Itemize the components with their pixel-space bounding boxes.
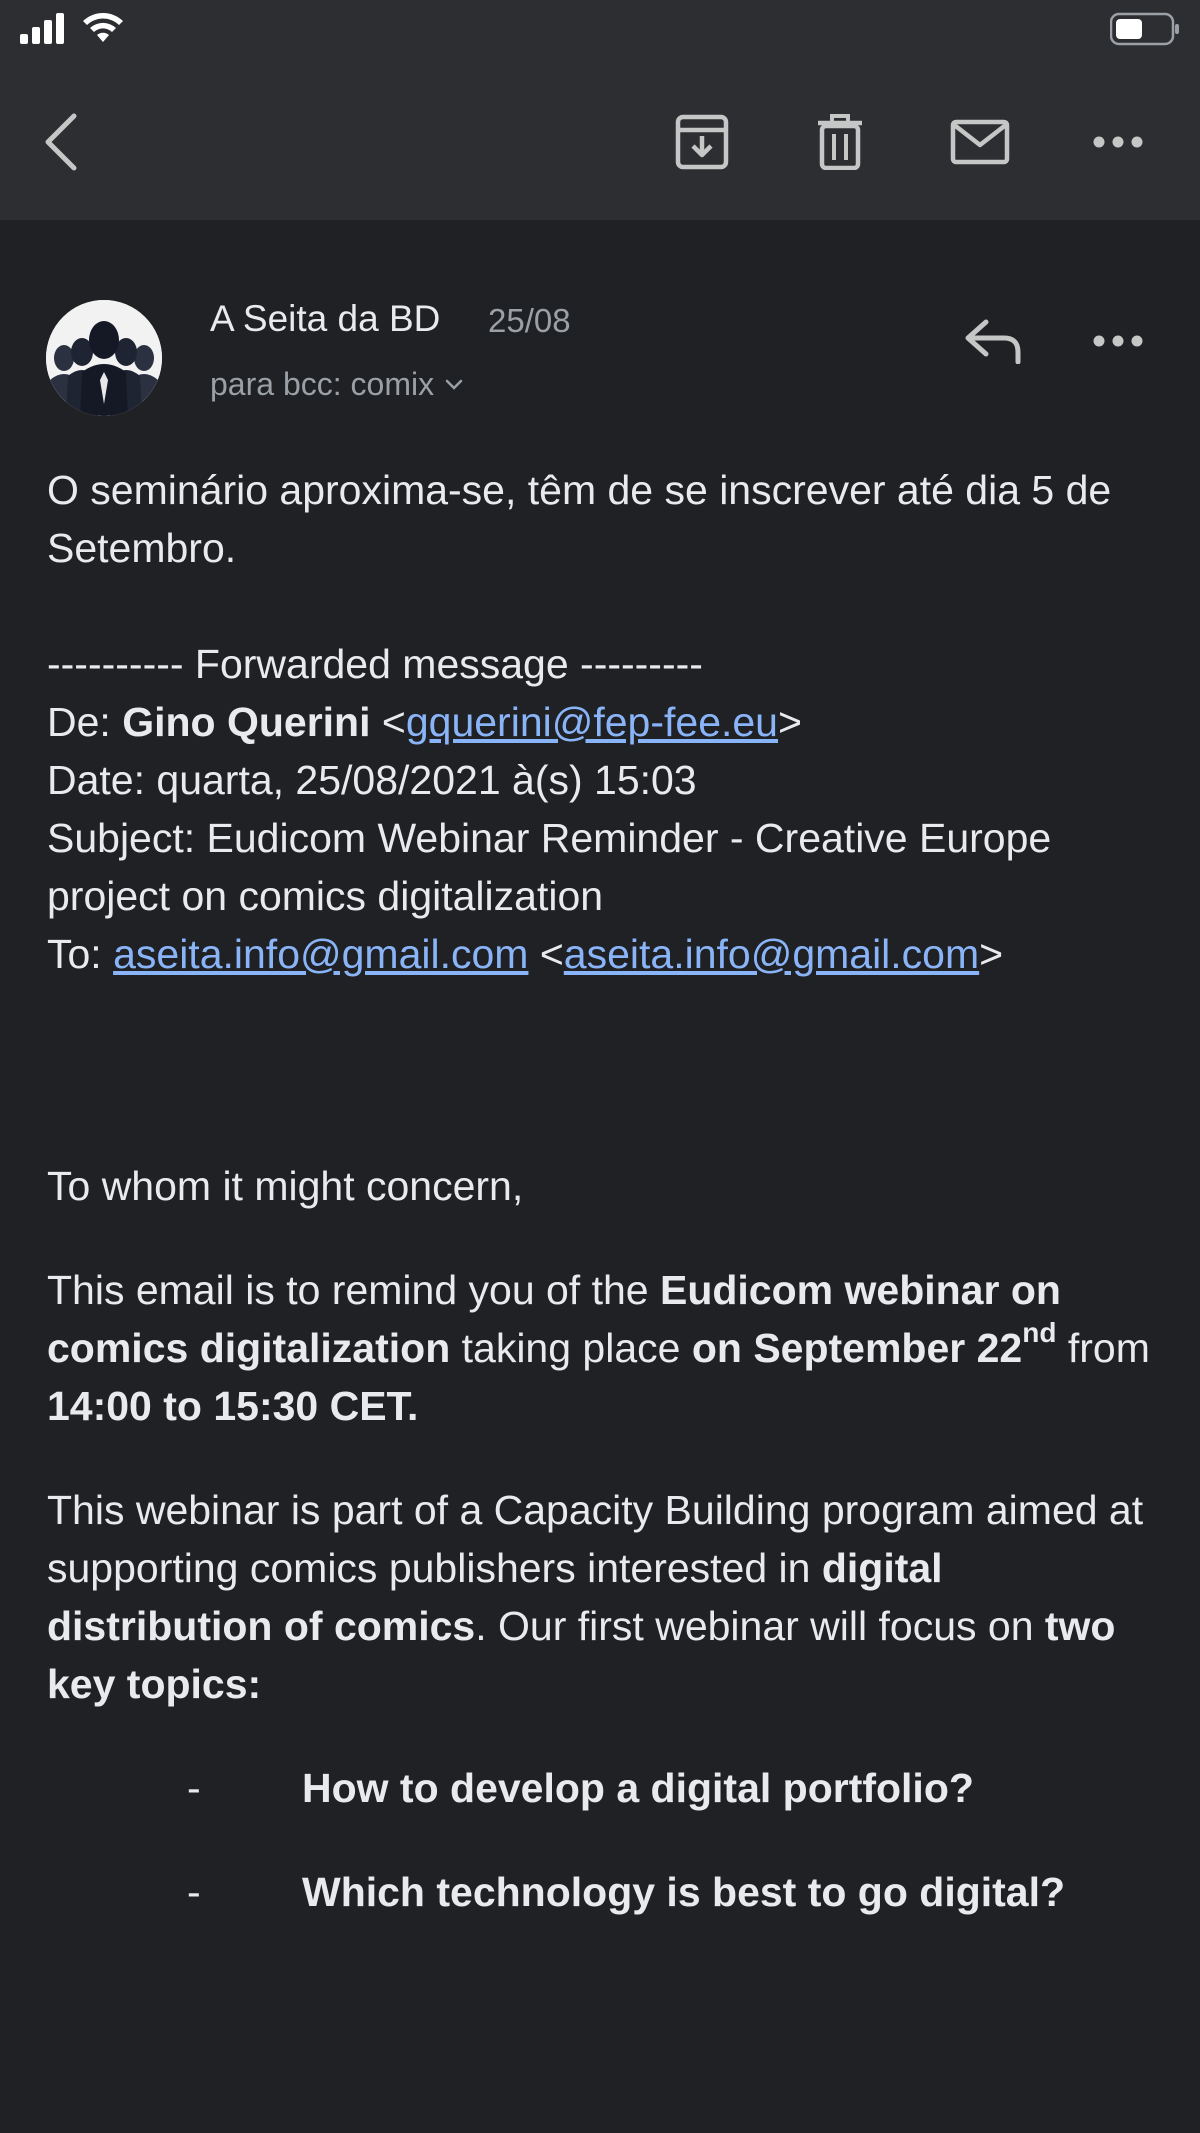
sender-name[interactable]: A Seita da BD <box>210 298 440 340</box>
chevron-left-icon <box>45 113 77 171</box>
from-email-link[interactable]: gquerini@fep-fee.eu <box>406 699 778 745</box>
forward-header: ---------- Forwarded message --------- <box>47 641 703 687</box>
recipient-details-toggle[interactable]: para bcc: comix <box>210 366 464 403</box>
battery-icon <box>1110 12 1179 46</box>
message-date: 25/08 <box>488 302 571 339</box>
chevron-down-icon <box>445 379 463 390</box>
cellular-signal-icon <box>20 13 64 44</box>
archive-icon <box>675 114 729 170</box>
status-bar <box>0 0 1200 62</box>
wifi-icon <box>83 13 123 42</box>
forward-date-line: Date: quarta, 25/08/2021 à(s) 15:03 <box>47 757 697 803</box>
sender-avatar[interactable] <box>46 300 162 416</box>
more-horizontal-icon <box>1093 136 1143 148</box>
forward-from-line: De: Gino Querini <gquerini@fep-fee.eu> <box>47 699 802 745</box>
topic-item: - Which technology is best to go digital? <box>187 1869 1066 1915</box>
mark-unread-button[interactable] <box>948 110 1012 174</box>
mail-icon <box>950 119 1010 165</box>
archive-button[interactable] <box>670 110 734 174</box>
topic-item: - How to develop a digital portfolio? <box>187 1765 974 1811</box>
greeting: To whom it might concern, <box>47 1163 524 1209</box>
reminder-paragraph: This email is to remind you of the Eudic… <box>47 1267 1150 1429</box>
trash-icon <box>818 114 862 170</box>
reply-button[interactable] <box>958 306 1028 376</box>
forward-subject-line: Subject: Eudicom Webinar Reminder - Crea… <box>47 815 1052 919</box>
more-horizontal-icon <box>1093 335 1143 347</box>
from-name: Gino Querini <box>122 699 371 745</box>
delete-button[interactable] <box>808 110 872 174</box>
intro-text: O seminário aproxima-se, têm de se inscr… <box>47 467 1112 571</box>
to-email-link-2[interactable]: aseita.info@gmail.com <box>564 931 979 977</box>
more-options-button[interactable] <box>1086 110 1150 174</box>
back-button[interactable] <box>30 110 94 174</box>
message-body: O seminário aproxima-se, têm de se inscr… <box>47 461 1167 1921</box>
program-paragraph: This webinar is part of a Capacity Build… <box>47 1487 1144 1707</box>
message-toolbar <box>0 62 1200 220</box>
reply-icon <box>965 319 1021 364</box>
message-more-button[interactable] <box>1086 306 1150 376</box>
to-email-link[interactable]: aseita.info@gmail.com <box>113 931 528 977</box>
forward-to-line: To: aseita.info@gmail.com <aseita.info@g… <box>47 931 1004 977</box>
recipient-text: para bcc: comix <box>210 366 435 402</box>
